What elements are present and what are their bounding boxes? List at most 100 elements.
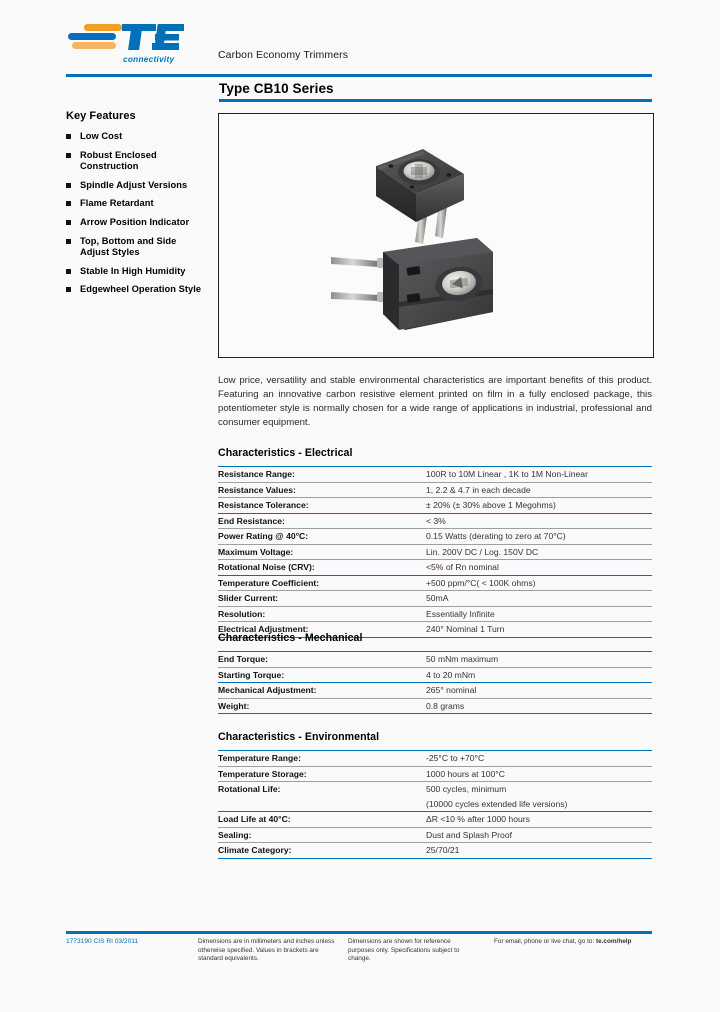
spec-value: (10000 cycles extended life versions) xyxy=(426,798,568,809)
square-bullet-icon xyxy=(66,152,71,158)
header-rule xyxy=(66,74,652,77)
section-title-electrical: Characteristics - Electrical xyxy=(218,447,353,459)
table-row: Resistance Values: 1, 2.2 & 4.7 in each … xyxy=(218,481,652,498)
spec-key: Resistance Range: xyxy=(218,466,426,482)
footer-contact-prefix: For email, phone or live chat, go to: xyxy=(494,938,596,945)
section-title-mechanical: Characteristics - Mechanical xyxy=(218,632,363,644)
table-row: (10000 cycles extended life versions) xyxy=(218,797,652,812)
key-feature-item: Top, Bottom and Side Adjust Styles xyxy=(66,236,206,259)
table-row: Resistance Range: 100R to 10M Linear , 1… xyxy=(218,466,652,482)
footer-document-number: 1773190 CIS RI 03/2011 xyxy=(66,938,139,945)
square-bullet-icon xyxy=(66,287,71,293)
spec-value: 50mA xyxy=(426,590,652,606)
spec-key xyxy=(218,797,426,812)
spec-value: 4 to 20 mNm xyxy=(426,666,652,683)
key-feature-label: Robust Enclosed Construction xyxy=(80,149,157,172)
spec-value: 50 mNm maximum xyxy=(426,651,652,667)
spec-value: 0.8 grams xyxy=(426,697,652,714)
key-features-list: Low Cost Robust Enclosed Construction Sp… xyxy=(66,131,206,296)
spec-key: Temperature Storage: xyxy=(218,765,426,782)
product-description: Low price, versatility and stable enviro… xyxy=(218,374,652,429)
table-row: Sealing: Dust and Splash Proof xyxy=(218,826,652,843)
footer-contact-link[interactable]: te.com/help xyxy=(596,938,632,945)
table-row: Rotational Life: 500 cycles, minimum xyxy=(218,781,652,797)
spec-key: Temperature Range: xyxy=(218,750,426,766)
table-row: Temperature Storage: 1000 hours at 100°C xyxy=(218,765,652,782)
spec-value: Dust and Splash Proof xyxy=(426,826,652,843)
spec-key: Resolution: xyxy=(218,605,426,622)
footer-contact: For email, phone or live chat, go to: te… xyxy=(494,938,659,947)
spec-key: Climate Category: xyxy=(218,842,426,859)
spec-value: 265° nominal xyxy=(426,682,652,698)
spec-value: Essentially Infinite xyxy=(426,605,652,622)
key-feature-item: Spindle Adjust Versions xyxy=(66,180,206,192)
key-feature-label: Edgewheel Operation Style xyxy=(80,284,202,295)
key-feature-label: Arrow Position Indicator xyxy=(80,216,190,227)
spec-value: +500 ppm/°C( < 100K ohms) xyxy=(426,574,652,591)
spec-key: Slider Current: xyxy=(218,590,426,606)
key-feature-label: Spindle Adjust Versions xyxy=(80,179,188,190)
key-feature-item: Edgewheel Operation Style xyxy=(66,284,206,296)
table-row: Climate Category: 25/70/21 xyxy=(218,842,652,859)
spec-key: Resistance Values: xyxy=(218,481,426,498)
page-title: Type CB10 Series xyxy=(219,81,334,96)
table-row: Resistance Tolerance: ± 20% (± 30% above… xyxy=(218,497,652,513)
spec-value: 1, 2.2 & 4.7 in each decade xyxy=(426,481,652,498)
table-row: Weight: 0.8 grams xyxy=(218,697,652,714)
table-row: Mechanical Adjustment: 265° nominal xyxy=(218,682,652,698)
environmental-spec-table: Temperature Range: -25°C to +70°C Temper… xyxy=(218,750,652,859)
spec-value: 500 cycles, minimum xyxy=(426,781,652,797)
te-connectivity-logo: connectivity xyxy=(66,22,186,66)
footer-note-reference: Dimensions are shown for reference purpo… xyxy=(348,938,460,963)
square-bullet-icon xyxy=(66,219,71,225)
spec-key: Rotational Noise (CRV): xyxy=(218,559,426,575)
footer-rule xyxy=(66,931,652,934)
spec-key: Maximum Voltage: xyxy=(218,543,426,560)
svg-text:connectivity: connectivity xyxy=(123,55,175,64)
table-row: End Resistance: < 3% xyxy=(218,512,652,529)
mechanical-spec-table: End Torque: 50 mNm maximum Starting Torq… xyxy=(218,651,652,714)
table-row: Load Life at 40°C: ΔR <10 % after 1000 h… xyxy=(218,811,652,827)
key-feature-label: Stable In High Humidity xyxy=(80,265,186,276)
square-bullet-icon xyxy=(66,201,71,207)
key-feature-item: Low Cost xyxy=(66,131,206,143)
table-row: Rotational Noise (CRV): <5% of Rn nomina… xyxy=(218,559,652,575)
spec-key: Weight: xyxy=(218,697,426,714)
square-bullet-icon xyxy=(66,238,71,244)
spec-key: Sealing: xyxy=(218,826,426,843)
page-footer: 1773190 CIS RI 03/2011 Dimensions are in… xyxy=(66,938,652,988)
key-feature-label: Low Cost xyxy=(80,131,123,141)
spec-value: < 3% xyxy=(426,512,652,529)
spec-key: Temperature Coefficient: xyxy=(218,574,426,591)
key-feature-label: Flame Retardant xyxy=(80,198,154,209)
table-row: Temperature Range: -25°C to +70°C xyxy=(218,750,652,766)
spec-value: 25/70/21 xyxy=(426,842,652,859)
product-photo xyxy=(319,134,534,339)
square-bullet-icon xyxy=(66,182,71,188)
key-feature-label: Top, Bottom and Side Adjust Styles xyxy=(80,235,177,258)
section-title-environmental: Characteristics - Environmental xyxy=(218,731,380,743)
key-features-title: Key Features xyxy=(66,110,136,122)
product-image-frame xyxy=(218,113,654,358)
spec-value: -25°C to +70°C xyxy=(426,750,652,766)
spec-key: Mechanical Adjustment: xyxy=(218,682,426,698)
spec-key: Power Rating @ 40°C: xyxy=(218,528,426,544)
spec-value: ΔR <10 % after 1000 hours xyxy=(426,811,652,827)
spec-key: Rotational Life: xyxy=(218,781,426,797)
spec-value: 100R to 10M Linear , 1K to 1M Non-Linear xyxy=(426,466,652,482)
page-header: connectivity Carbon Economy Trimmers xyxy=(0,0,720,77)
spec-value: 1000 hours at 100°C xyxy=(426,765,652,782)
spec-value: 0.15 Watts (derating to zero at 70°C) xyxy=(426,528,652,544)
table-row: Power Rating @ 40°C: 0.15 Watts (deratin… xyxy=(218,528,652,544)
square-bullet-icon xyxy=(66,268,71,274)
spec-key: End Torque: xyxy=(218,651,426,667)
table-row: Starting Torque: 4 to 20 mNm xyxy=(218,666,652,683)
key-feature-item: Robust Enclosed Construction xyxy=(66,150,206,173)
spec-value: Lin. 200V DC / Log. 150V DC xyxy=(426,543,652,560)
spec-value: <5% of Rn nominal xyxy=(426,559,652,575)
electrical-spec-table: Resistance Range: 100R to 10M Linear , 1… xyxy=(218,466,652,638)
section-mechanical: Characteristics - Mechanical End Torque:… xyxy=(218,632,652,714)
spec-key: Load Life at 40°C: xyxy=(218,811,426,827)
table-row: End Torque: 50 mNm maximum xyxy=(218,651,652,667)
spec-key: End Resistance: xyxy=(218,512,426,529)
